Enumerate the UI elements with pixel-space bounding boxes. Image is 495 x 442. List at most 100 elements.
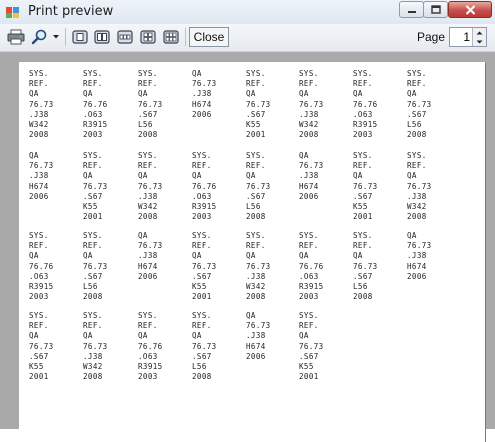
spine-label-line: R3915 [353,120,378,130]
spine-label-line: QA [192,331,202,341]
page-number-value[interactable]: 1 [463,30,470,44]
spine-label-line: REF. [246,161,266,171]
four-pages-button[interactable] [138,27,158,47]
spine-label-line: REF. [83,321,103,331]
spine-label-line: 76.73 [138,99,163,109]
spine-label-line: 2008 [138,212,158,222]
spine-label-line: 2001 [246,130,266,140]
spine-label-line: REF. [192,161,212,171]
spine-label: SYS. REF. QA 76.73 .J38 W342 2008 [246,231,271,302]
spine-label-line: .O63 [29,271,49,281]
spine-label-line: 76.73 [299,161,324,171]
spine-label: SYS. REF. QA 76.73 .S67 K55 2001 [29,311,54,382]
spine-label-line: SYS. [83,69,103,78]
spine-label-line: W342 [407,202,427,212]
spine-label-line: 2008 [192,372,212,382]
spine-label-line: .J38 [407,191,427,201]
spine-label-line: 2008 [299,130,319,140]
spine-label-line: QA [138,171,148,181]
spine-label-line: 76.76 [299,261,324,271]
spine-label: SYS. REF. QA 76.73 .J38 W342 2008 [83,311,108,382]
spine-label-line: H674 [29,181,49,191]
one-page-button[interactable] [70,27,90,47]
spine-label-line: 2006 [192,109,212,119]
spine-label-line: .J38 [138,251,158,261]
spine-label-line: QA [407,89,417,99]
one-page-icon [72,30,88,44]
spine-label-line: L56 [353,282,368,292]
spine-label: SYS. REF. QA 76.73 .S67 K55 2001 [83,151,108,222]
close-icon [465,4,475,15]
spine-label-line: REF. [83,241,103,251]
spin-down-icon [476,40,483,43]
minimize-button[interactable] [399,1,424,18]
spine-label-line: .S67 [83,191,103,201]
spine-label-line: REF. [299,79,319,89]
spine-label-line: 76.73 [353,261,378,271]
spine-label-line: K55 [29,362,44,372]
zoom-dropdown-button[interactable] [29,27,61,47]
spine-label-line: SYS. [353,151,373,160]
preview-area[interactable]: SYS. REF. QA 76.73 .J38 W342 2008 SYS. REF. QA 76.… [0,52,495,442]
spine-label-line: SYS. [138,151,158,160]
spine-label-line: 2001 [192,292,212,302]
spine-label-line: QA [246,251,256,261]
spine-label-line: QA [138,331,148,341]
spine-label-line: 76.73 [29,161,54,171]
spine-label-line: .S67 [138,109,158,119]
window-title-bar[interactable]: Print preview [0,0,495,25]
spine-label-line: R3915 [192,202,217,212]
spine-label-line: REF. [83,79,103,89]
spine-label-line: H674 [192,99,212,109]
chevron-down-icon [52,35,59,39]
spine-label: SYS. REF. QA 76.73 .S67 L56 2008 [246,151,271,222]
print-button[interactable] [6,27,26,47]
spine-label: SYS. REF. QA 76.76 .O63 R3915 2003 [192,151,217,222]
page-down-button[interactable] [472,37,486,46]
spine-label: SYS. REF. QA 76.76 .O63 R3915 2003 [29,231,54,302]
printer-icon [7,29,25,45]
spine-label-line: 76.73 [192,79,217,89]
spine-label-line: SYS. [407,69,427,78]
spine-label-line: 76.73 [138,181,163,191]
spine-label-line: 2006 [138,271,158,281]
spine-label-line: QA [353,171,363,181]
spine-label-line: 2003 [29,292,49,302]
spine-label-line: QA [299,251,309,261]
spine-label-line: 2008 [246,292,266,302]
page-number-spinner[interactable]: 1 [449,27,487,47]
close-button[interactable]: Close [189,27,229,47]
spine-label-line: 76.73 [83,261,108,271]
spine-label-line: R3915 [138,362,163,372]
spine-label-line: 2008 [29,130,49,140]
spine-label-line: QA [29,151,39,160]
spine-label-line: QA [29,251,39,261]
spine-label-line: REF. [246,79,266,89]
spine-label: SYS. REF. QA 76.73 .S67 L56 2008 [407,69,432,140]
spine-label-line: 76.73 [29,99,54,109]
spine-label-line: QA [353,251,363,261]
window-close-button[interactable] [448,1,492,18]
maximize-button[interactable] [423,1,448,18]
spine-label: SYS. REF. QA 76.73 .J38 W342 2008 [407,151,432,222]
three-pages-button[interactable] [115,27,135,47]
spine-label-line: SYS. [407,151,427,160]
spine-label-line: QA [192,69,202,78]
spine-label-line: REF. [192,321,212,331]
three-pages-icon [117,30,133,44]
spine-label-line: K55 [353,202,368,212]
spine-label-line: .S67 [246,109,266,119]
spine-label-line: .S67 [407,109,427,119]
spine-label: SYS. REF. QA 76.76 .O63 R3915 2003 [138,311,163,382]
six-pages-button[interactable] [161,27,181,47]
spine-label-line: 2008 [353,292,373,302]
spine-label-line: REF. [83,161,103,171]
spine-label-line: SYS. [246,69,266,78]
spine-label-line: QA [192,251,202,261]
two-pages-button[interactable] [92,27,112,47]
spine-label-line: REF. [353,161,373,171]
spine-label: QA 76.73 .J38 H674 2006 [407,231,432,282]
magnifier-icon [31,29,46,45]
spine-label-line: .S67 [353,191,373,201]
spine-label-line: SYS. [29,231,49,240]
